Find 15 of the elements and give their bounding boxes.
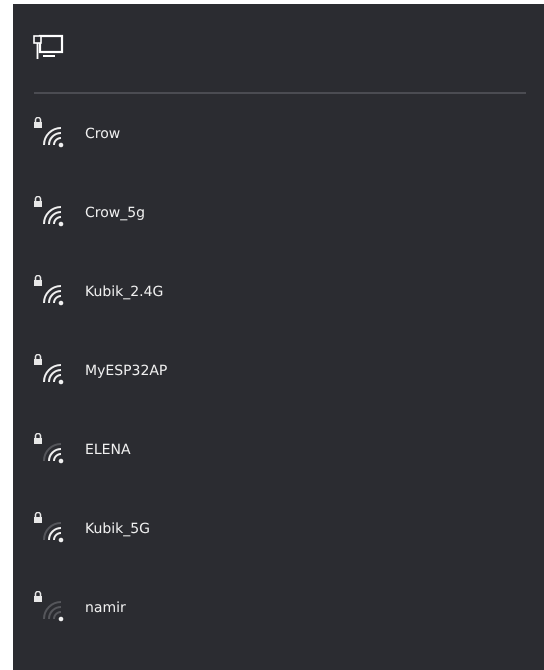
network-item[interactable]: ELENA bbox=[13, 410, 544, 489]
network-name: Crow_5g bbox=[85, 204, 146, 220]
network-name: ELENA bbox=[85, 442, 131, 458]
network-name: MyESP32AP bbox=[85, 362, 168, 378]
network-monitor-icon[interactable] bbox=[32, 32, 64, 62]
network-name: Crow bbox=[85, 126, 120, 142]
network-item[interactable]: namir bbox=[13, 568, 544, 647]
network-name: Kubik_2.4G bbox=[85, 284, 164, 300]
network-item[interactable]: Crow bbox=[13, 94, 544, 173]
network-item[interactable]: Crow_5g bbox=[13, 173, 544, 252]
network-name: Kubik_5G bbox=[85, 520, 150, 536]
network-item[interactable]: Kubik_5G bbox=[13, 489, 544, 568]
network-name: namir bbox=[85, 600, 126, 616]
network-item[interactable]: MyESP32AP bbox=[13, 331, 544, 410]
network-item[interactable]: Kubik_2.4G bbox=[13, 252, 544, 331]
